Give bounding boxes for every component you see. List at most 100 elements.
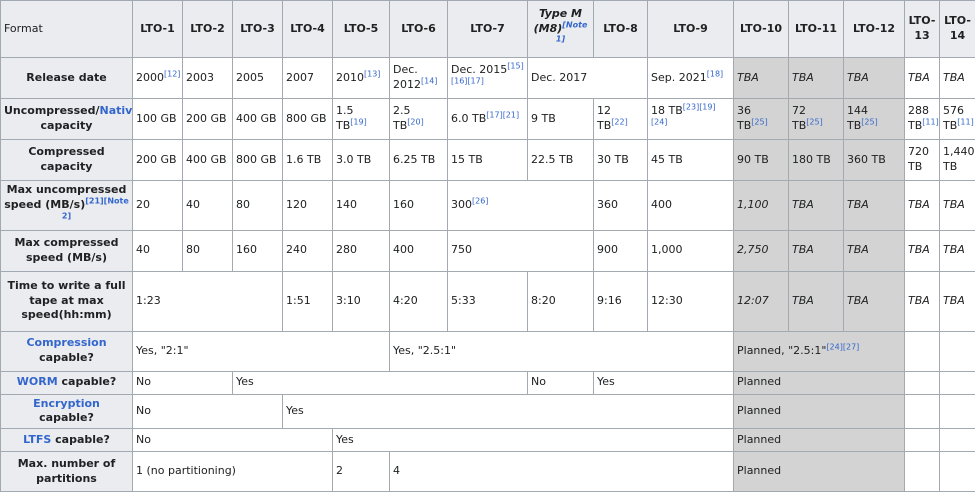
cell-empty: [905, 394, 940, 429]
ref-link[interactable]: [11]: [922, 117, 938, 126]
max-compressed-speed-label: Max compressed speed (MB/s): [1, 230, 133, 271]
cell: 9 TB: [528, 99, 594, 140]
cell: Yes: [333, 429, 734, 452]
cell: No: [133, 394, 283, 429]
cell: TBA: [940, 230, 975, 271]
cell: 45 TB: [648, 140, 734, 181]
cell-empty: [940, 452, 975, 492]
cell: 400: [390, 230, 448, 271]
cell: 15 TB: [448, 140, 528, 181]
ref-link[interactable]: [13]: [364, 69, 380, 78]
cell: Planned: [734, 394, 905, 429]
cell: 100 GB: [133, 99, 183, 140]
cell: TBA: [844, 230, 905, 271]
cell: No: [133, 429, 333, 452]
cell: 40: [183, 181, 233, 231]
cell: 200 GB: [133, 140, 183, 181]
cell: 6.25 TB: [390, 140, 448, 181]
cell: 2005: [233, 58, 283, 99]
cell: TBA: [844, 58, 905, 99]
cell: 400 GB: [233, 99, 283, 140]
cell: 750: [448, 230, 594, 271]
cell: TBA: [734, 58, 789, 99]
cell: 120: [283, 181, 333, 231]
cell: 8:20: [528, 271, 594, 331]
cell: TBA: [905, 58, 940, 99]
cell: 12:30: [648, 271, 734, 331]
compression-link[interactable]: Compression: [26, 336, 106, 349]
cell: 2000[12]: [133, 58, 183, 99]
header-row: Format LTO-1 LTO-2 LTO-3 LTO-4 LTO-5 LTO…: [1, 1, 975, 58]
col-type-m: Type M (M8)[Note 1]: [528, 1, 594, 58]
col-lto-7: LTO-7: [448, 1, 528, 58]
cell: Yes: [233, 371, 528, 394]
cell: Planned: [734, 452, 905, 492]
worm-label: WORM capable?: [1, 371, 133, 394]
ltfs-label: LTFS capable?: [1, 429, 133, 452]
write-time-label: Time to write a full tape at max speed(h…: [1, 271, 133, 331]
cell: TBA: [905, 271, 940, 331]
cell: Sep. 2021[18]: [648, 58, 734, 99]
cell: 360: [594, 181, 648, 231]
cell-empty: [905, 331, 940, 371]
cell: 720 TB: [905, 140, 940, 181]
cell: 4: [390, 452, 734, 492]
ref-link[interactable]: [22]: [611, 117, 627, 126]
col-lto-10: LTO-10: [734, 1, 789, 58]
ref-link[interactable]: [19]: [350, 117, 366, 126]
col-lto-3: LTO-3: [233, 1, 283, 58]
cell-empty: [905, 371, 940, 394]
cell: 2,750: [734, 230, 789, 271]
cell: 2003: [183, 58, 233, 99]
ref-link[interactable]: [20]: [407, 117, 423, 126]
cell: Yes: [594, 371, 734, 394]
cell: 240: [283, 230, 333, 271]
cell: 9:16: [594, 271, 648, 331]
write-time-row: Time to write a full tape at max speed(h…: [1, 271, 975, 331]
ref-link[interactable]: [14]: [421, 76, 437, 85]
ref-link[interactable]: [25]: [861, 117, 877, 126]
cell: 900: [594, 230, 648, 271]
col-lto-14: LTO-14: [940, 1, 975, 58]
cell: 300[26]: [448, 181, 594, 231]
cell-empty: [905, 452, 940, 492]
cell: 1,000: [648, 230, 734, 271]
cell: 280: [333, 230, 390, 271]
cell: 72 TB[25]: [789, 99, 844, 140]
cell: TBA: [905, 181, 940, 231]
encryption-link[interactable]: Encryption: [33, 397, 100, 410]
cell: TBA: [789, 58, 844, 99]
cell: 90 TB: [734, 140, 789, 181]
cell: 2007: [283, 58, 333, 99]
cell: 12:07: [734, 271, 789, 331]
ref-link[interactable]: [26]: [472, 196, 488, 205]
ref-link[interactable]: [12]: [164, 69, 180, 78]
native-link[interactable]: Native: [100, 104, 133, 117]
ref-link[interactable]: [25]: [751, 117, 767, 126]
max-uncompressed-speed-row: Max uncompressed speed (MB/s)[21][Note 2…: [1, 181, 975, 231]
cell: 12 TB[22]: [594, 99, 648, 140]
col-lto-12: LTO-12: [844, 1, 905, 58]
cell: 2010[13]: [333, 58, 390, 99]
cell: No: [528, 371, 594, 394]
col-lto-5: LTO-5: [333, 1, 390, 58]
ref-link[interactable]: [18]: [707, 69, 723, 78]
worm-link[interactable]: WORM: [17, 375, 58, 388]
cell: Dec. 2015[15][16][17]: [448, 58, 528, 99]
native-capacity-row: Uncompressed/Native capacity 100 GB 200 …: [1, 99, 975, 140]
cell: 1.5 TB[19]: [333, 99, 390, 140]
cell: 800 GB: [233, 140, 283, 181]
ltfs-link[interactable]: LTFS: [23, 433, 51, 446]
ref-link[interactable]: [24][27]: [826, 342, 859, 351]
lto-comparison-table: Format LTO-1 LTO-2 LTO-3 LTO-4 LTO-5 LTO…: [0, 0, 975, 492]
worm-row: WORM capable? No Yes No Yes Planned: [1, 371, 975, 394]
col-lto-6: LTO-6: [390, 1, 448, 58]
ref-link[interactable]: [25]: [806, 117, 822, 126]
ref-link[interactable]: [11]: [957, 117, 973, 126]
cell: Planned: [734, 371, 905, 394]
cell: 160: [390, 181, 448, 231]
ref-link[interactable]: [17][21]: [486, 110, 519, 119]
cell: 1,440 TB: [940, 140, 975, 181]
cell: 288 TB[11]: [905, 99, 940, 140]
cell: Yes, "2:1": [133, 331, 390, 371]
